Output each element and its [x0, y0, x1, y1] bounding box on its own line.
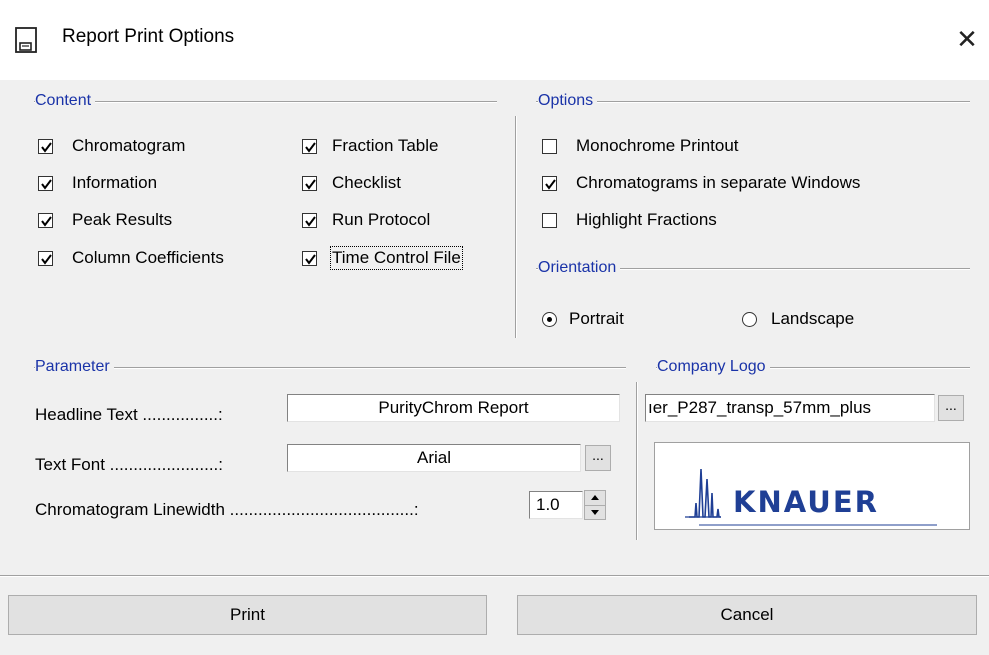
report-document-icon [15, 27, 37, 53]
radio-landscape[interactable]: Landscape [742, 309, 854, 329]
checkbox-highlight-fractions[interactable]: Highlight Fractions [542, 210, 717, 230]
headline-text-label: Headline Text ................: [35, 405, 223, 424]
checkbox-label: Run Protocol [332, 210, 431, 229]
checkbox-box[interactable] [38, 212, 53, 228]
checkbox-box[interactable] [302, 212, 317, 228]
headline-text-input[interactable]: PurityChrom Report [287, 394, 620, 422]
checkbox-label: Column Coefficients [72, 248, 224, 267]
radio-label: Landscape [771, 309, 855, 328]
font-browse-button[interactable]: ... [585, 445, 611, 471]
checkbox-label: Information [72, 173, 158, 192]
arrow-up-icon [591, 495, 599, 500]
checkbox-label: Fraction Table [332, 136, 439, 155]
window-title: Report Print Options [62, 26, 235, 47]
print-button[interactable]: Print [8, 595, 487, 635]
checkbox-time-control-file[interactable]: Time Control File [302, 246, 463, 270]
checkbox-peak-results[interactable]: Peak Results [38, 210, 172, 230]
radio-selected-dot [547, 316, 552, 322]
vertical-divider [636, 382, 638, 540]
parameter-group-line [34, 367, 626, 369]
checkbox-label: Time Control File [330, 246, 463, 270]
checkbox-box[interactable] [302, 175, 317, 191]
checkbox-label: Monochrome Printout [576, 136, 739, 155]
text-font-label: Text Font .......................: [35, 455, 223, 474]
checkbox-box[interactable] [38, 175, 53, 191]
checkbox-box[interactable] [38, 138, 53, 154]
text-font-field[interactable]: Arial [287, 444, 581, 472]
orientation-group-title: Orientation [538, 259, 621, 277]
checkbox-information[interactable]: Information [38, 173, 157, 193]
company-logo-preview: KNAUER [654, 442, 970, 530]
checkmark-icon [305, 178, 316, 190]
checkbox-column-coefficients[interactable]: Column Coefficients [38, 248, 224, 268]
checkmark-icon [305, 253, 316, 265]
checkbox-label: Chromatogram [72, 136, 186, 155]
checkbox-chromatograms-separate-windows[interactable]: Chromatograms in separate Windows [542, 173, 860, 193]
options-group-title: Options [538, 92, 598, 110]
spin-up-button[interactable] [585, 491, 605, 505]
checkmark-icon [305, 141, 316, 153]
checkbox-box[interactable] [542, 138, 557, 154]
arrow-down-icon [591, 510, 599, 515]
content-group-title: Content [35, 92, 96, 110]
cancel-button[interactable]: Cancel [517, 595, 977, 635]
checkmark-icon [41, 253, 52, 265]
options-group-line [536, 101, 970, 103]
radio-circle[interactable] [542, 311, 557, 327]
logo-browse-button[interactable]: ... [938, 395, 964, 421]
checkbox-run-protocol[interactable]: Run Protocol [302, 210, 430, 230]
checkbox-label: Peak Results [72, 210, 173, 229]
radio-portrait[interactable]: Portrait [542, 309, 624, 329]
checkbox-label: Chromatograms in separate Windows [576, 173, 861, 192]
logo-file-field[interactable]: ıer_P287_transp_57mm_plus [645, 394, 935, 422]
radio-circle[interactable] [742, 311, 757, 327]
checkmark-icon [305, 215, 316, 227]
checkbox-box[interactable] [302, 250, 317, 266]
checkbox-monochrome-printout[interactable]: Monochrome Printout [542, 136, 739, 156]
logo-wordmark: KNAUER [733, 485, 879, 519]
chromatogram-linewidth-label: Chromatogram Linewidth .................… [35, 500, 419, 519]
linewidth-input[interactable]: 1.0 [529, 491, 583, 519]
content-group-line [34, 101, 497, 103]
checkbox-label: Highlight Fractions [576, 210, 717, 229]
checkmark-icon [41, 141, 52, 153]
company-logo-group-title: Company Logo [657, 358, 770, 376]
spin-down-button[interactable] [585, 505, 605, 520]
close-button[interactable]: ✕ [952, 22, 982, 56]
checkmark-icon [545, 178, 556, 190]
checkbox-box[interactable] [302, 138, 317, 154]
radio-label: Portrait [569, 309, 624, 328]
checkbox-checklist[interactable]: Checklist [302, 173, 401, 193]
checkmark-icon [41, 215, 52, 227]
checkbox-box[interactable] [542, 175, 557, 191]
title-bar: Report Print Options ✕ [0, 0, 989, 80]
checkbox-fraction-table[interactable]: Fraction Table [302, 136, 438, 156]
vertical-divider [515, 116, 517, 338]
checkbox-box[interactable] [38, 250, 53, 266]
checkmark-icon [41, 178, 52, 190]
checkbox-chromatogram[interactable]: Chromatogram [38, 136, 185, 156]
checkbox-label: Checklist [332, 173, 401, 192]
parameter-group-title: Parameter [35, 358, 114, 376]
checkbox-box[interactable] [542, 212, 557, 228]
button-bar-separator [0, 575, 989, 577]
close-icon: ✕ [956, 24, 978, 54]
linewidth-spinner[interactable] [584, 490, 606, 520]
